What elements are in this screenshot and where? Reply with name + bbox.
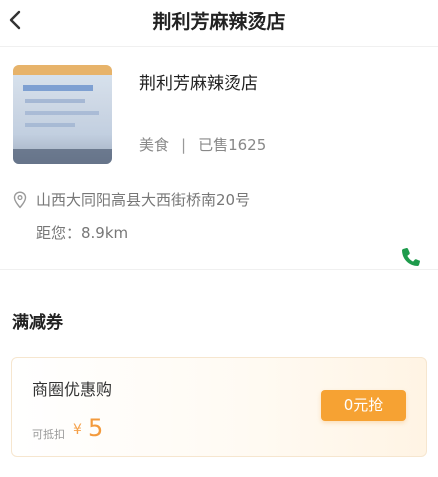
store-category: 美食 — [139, 136, 170, 154]
store-sold-count: 已售1625 — [198, 136, 267, 154]
store-name: 荆利芳麻辣烫店 — [139, 74, 258, 94]
coupon-amount: 5 — [88, 414, 104, 442]
top-bar: 荆利芳麻辣烫店 — [0, 0, 438, 40]
coupon-name: 商圈优惠购 — [32, 380, 113, 399]
store-distance: 距您：8.9km — [36, 224, 129, 242]
coupon-value-label: 可抵扣 — [32, 428, 65, 441]
store-thumbnail-image[interactable] — [13, 65, 112, 164]
coupon-card: 商圈优惠购 可抵扣 ¥ 5 0元抢 — [11, 357, 427, 457]
phone-icon[interactable] — [398, 244, 424, 270]
meta-separator: | — [181, 136, 187, 154]
store-info-card: 荆利芳麻辣烫店 美食 | 已售1625 山西大同阳高县大西街桥南20号 距您：8.9… — [0, 46, 438, 270]
coupon-currency-symbol: ¥ — [73, 422, 82, 438]
store-meta: 美食 | 已售1625 — [139, 134, 266, 155]
page-title: 荆利芳麻辣烫店 — [152, 11, 286, 33]
location-pin-icon — [13, 191, 27, 209]
store-address: 山西大同阳高县大西街桥南20号 — [36, 191, 251, 209]
grab-coupon-button[interactable]: 0元抢 — [321, 390, 406, 421]
coupon-section-title: 满减券 — [12, 313, 63, 333]
